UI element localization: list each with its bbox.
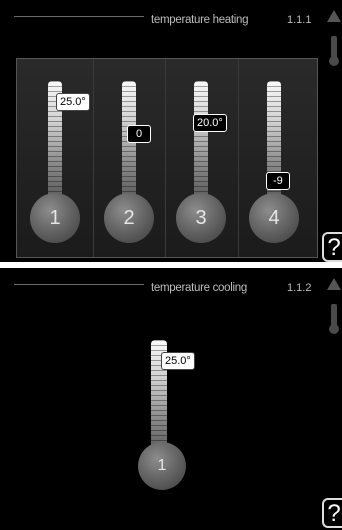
thermometer-4[interactable]: 4 -9 bbox=[238, 59, 309, 257]
thermometer-bulb: 1 bbox=[30, 193, 80, 243]
thermometer-icon bbox=[328, 34, 340, 73]
thermometer-panel: 1 25.0° 2 0 3 20.0° 4 -9 bbox=[16, 58, 318, 258]
thermometer-icon bbox=[328, 302, 340, 341]
menu-number: 1.1.2 bbox=[287, 282, 312, 294]
thermometer-bulb: 4 bbox=[249, 193, 299, 243]
screen-title: temperature heating bbox=[151, 14, 249, 26]
header-line bbox=[14, 284, 144, 285]
thermometer-bulb: 2 bbox=[104, 193, 154, 243]
thermometer-bulb: 3 bbox=[176, 193, 226, 243]
cooling-screen: temperature cooling 1.1.2 1 25.0° ? bbox=[0, 268, 342, 530]
thermometer-1[interactable]: 1 25.0° bbox=[20, 59, 90, 257]
thermometer-bulb: 1 bbox=[138, 442, 186, 490]
thermometer-2[interactable]: 2 0 bbox=[93, 59, 164, 257]
house-icon bbox=[326, 277, 342, 296]
temperature-value: 25.0° bbox=[56, 93, 90, 111]
thermometer-3[interactable]: 3 20.0° bbox=[165, 59, 236, 257]
temperature-value: 25.0° bbox=[161, 352, 195, 370]
house-icon bbox=[326, 9, 342, 28]
menu-number: 1.1.1 bbox=[287, 14, 312, 26]
header-line bbox=[14, 16, 144, 17]
temperature-value: -9 bbox=[266, 172, 290, 190]
help-button[interactable]: ? bbox=[322, 498, 342, 528]
temperature-value: 20.0° bbox=[193, 114, 227, 132]
heating-screen: temperature heating 1.1.1 1 25.0° 2 0 3 … bbox=[0, 0, 342, 262]
thermometer-1[interactable]: 1 25.0° bbox=[132, 268, 202, 530]
thermometer-tube bbox=[194, 81, 208, 199]
help-button[interactable]: ? bbox=[322, 232, 342, 262]
temperature-value: 0 bbox=[127, 125, 152, 143]
